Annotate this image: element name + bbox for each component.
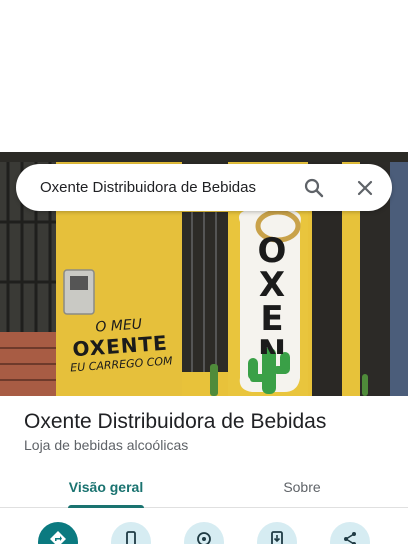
place-page: O MEU OXENTE EU CARREGO COM OXENTE Oxent…	[0, 0, 408, 544]
directions-icon	[49, 530, 67, 544]
nearby-button[interactable]	[184, 522, 224, 544]
vertical-sign: OXENTE	[257, 234, 287, 354]
place-title: Oxente Distribuidora de Bebidas	[24, 410, 327, 433]
share-icon	[341, 530, 359, 544]
place-category: Loja de bebidas alcoólicas	[24, 437, 189, 453]
close-icon[interactable]	[353, 176, 377, 200]
tab-overview[interactable]: Visão geral	[48, 466, 164, 508]
action-row	[0, 520, 408, 544]
active-tab-indicator	[68, 505, 144, 508]
search-bar[interactable]: Oxente Distribuidora de Bebidas	[16, 164, 392, 211]
wall-sign: O MEU OXENTE EU CARREGO COM	[58, 314, 181, 375]
search-query[interactable]: Oxente Distribuidora de Bebidas	[40, 179, 256, 196]
directions-button[interactable]	[38, 522, 78, 544]
tab-bar: Visão geral Sobre	[0, 466, 408, 508]
share-button[interactable]	[330, 522, 370, 544]
tab-about[interactable]: Sobre	[244, 466, 360, 508]
search-icon[interactable]	[302, 176, 326, 200]
send-to-phone-icon	[268, 530, 286, 544]
phone-icon	[122, 530, 140, 544]
send-to-phone-button[interactable]	[257, 522, 297, 544]
nearby-icon	[195, 530, 213, 544]
phone-button[interactable]	[111, 522, 151, 544]
